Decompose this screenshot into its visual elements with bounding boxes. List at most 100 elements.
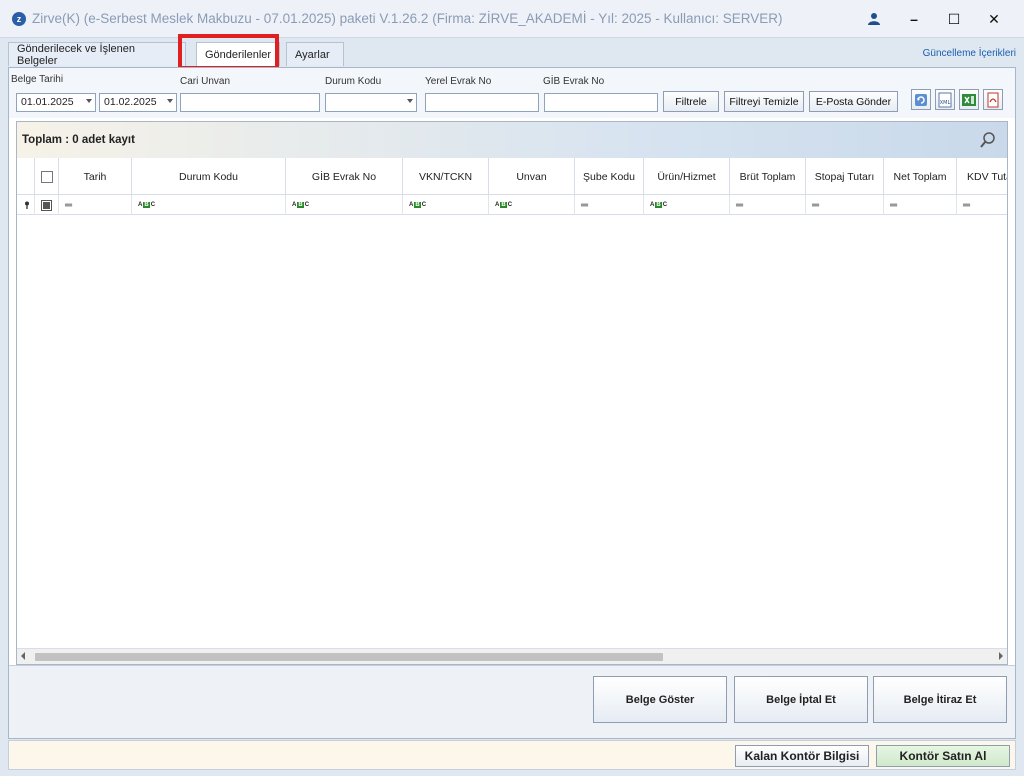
pdf-export-icon[interactable]	[983, 89, 1003, 110]
filter-checkbox[interactable]	[35, 195, 59, 215]
col-header-net-toplam[interactable]: Net Toplam	[884, 158, 957, 195]
auto-filter-row: ═ ABC ABC ABC ABC ═ ABC ═ ═ ═ ═	[17, 195, 1007, 215]
abc-a: A	[409, 202, 414, 208]
minimize-button[interactable]: –	[894, 0, 934, 38]
select-all-checkbox[interactable]	[35, 158, 59, 195]
filter-row-indicator	[17, 195, 35, 215]
abc-b: B	[143, 202, 150, 208]
abc-icon: ABC	[292, 202, 309, 208]
col-header-urun-hizmet[interactable]: Ürün/Hizmet	[644, 158, 730, 195]
abc-b: B	[500, 202, 507, 208]
col-header-brut-toplam[interactable]: Brüt Toplam	[730, 158, 806, 195]
scroll-right-icon[interactable]	[999, 652, 1003, 660]
filter-cell-tarih[interactable]: ═	[59, 195, 132, 215]
belge-iptal-button[interactable]: Belge İptal Et	[734, 676, 868, 723]
col-header-gib-evrak-no[interactable]: GİB Evrak No	[286, 158, 403, 195]
filter-cell-gib-evrak-no[interactable]: ABC	[286, 195, 403, 215]
col-header-kdv-tutari[interactable]: KDV Tuta	[957, 158, 1007, 195]
column-header-row: Tarih Durum Kodu GİB Evrak No VKN/TCKN U…	[17, 158, 1007, 195]
xml-icon-label: XML	[940, 100, 951, 106]
checkbox-box	[40, 170, 53, 183]
cari-unvan-label: Cari Unvan	[180, 76, 231, 87]
abc-icon: ABC	[495, 202, 512, 208]
filtrele-button[interactable]: Filtrele	[663, 91, 719, 112]
col-header-durum-kodu[interactable]: Durum Kodu	[132, 158, 286, 195]
chevron-down-icon	[167, 99, 173, 103]
grid-summary-bar: Toplam : 0 adet kayıt	[17, 122, 1007, 158]
chevron-down-icon	[407, 99, 413, 103]
refresh-icon[interactable]	[911, 89, 931, 110]
belge-goster-button[interactable]: Belge Göster	[593, 676, 727, 723]
abc-c: C	[507, 202, 513, 208]
kontor-satin-al-button[interactable]: Kontör Satın Al	[876, 745, 1010, 767]
filter-cell-stopaj-tutari[interactable]: ═	[806, 195, 884, 215]
total-record-count: Toplam : 0 adet kayıt	[22, 134, 135, 146]
gib-evrak-input[interactable]	[544, 93, 658, 112]
records-grid: Toplam : 0 adet kayıt Tarih Durum Kodu G…	[16, 121, 1008, 665]
col-header-vkn-tckn[interactable]: VKN/TCKN	[403, 158, 489, 195]
tab-gonderilecek[interactable]: Gönderilecek ve İşlenen Belgeler	[8, 42, 186, 67]
col-header-sube-kodu[interactable]: Şube Kodu	[575, 158, 644, 195]
window-title: Zirve(K) (e-Serbest Meslek Makbuzu - 07.…	[32, 11, 783, 26]
equals-icon: ═	[812, 199, 819, 211]
cari-unvan-input[interactable]	[180, 93, 320, 112]
title-bar: z Zirve(K) (e-Serbest Meslek Makbuzu - 0…	[0, 0, 1024, 38]
abc-b: B	[297, 202, 304, 208]
abc-a: A	[495, 202, 500, 208]
row-indicator-header	[17, 158, 35, 195]
main-panel: Belge Tarihi 01.01.2025 01.02.2025 Cari …	[8, 67, 1016, 739]
equals-icon: ═	[736, 199, 743, 211]
abc-icon: ABC	[650, 202, 667, 208]
belge-tarihi-label: Belge Tarihi	[11, 74, 64, 85]
col-header-stopaj-tutari[interactable]: Stopaj Tutarı	[806, 158, 884, 195]
equals-icon: ═	[963, 199, 970, 211]
filter-cell-net-toplam[interactable]: ═	[884, 195, 957, 215]
durum-kodu-select[interactable]	[325, 93, 417, 112]
horizontal-scrollbar[interactable]	[17, 648, 1007, 664]
xml-export-icon[interactable]: XML	[935, 89, 955, 110]
filter-cell-brut-toplam[interactable]: ═	[730, 195, 806, 215]
abc-c: C	[662, 202, 668, 208]
scroll-left-icon[interactable]	[21, 652, 25, 660]
checkbox-box	[41, 199, 52, 211]
col-header-unvan[interactable]: Unvan	[489, 158, 575, 195]
yerel-evrak-input[interactable]	[425, 93, 539, 112]
belge-itiraz-button[interactable]: Belge İtiraz Et	[873, 676, 1007, 723]
excel-export-icon[interactable]	[959, 89, 979, 110]
filter-cell-kdv-tutari[interactable]: ═	[957, 195, 1007, 215]
user-icon[interactable]	[854, 0, 894, 38]
filter-cell-durum-kodu[interactable]: ABC	[132, 195, 286, 215]
filter-cell-urun-hizmet[interactable]: ABC	[644, 195, 730, 215]
kalan-kontor-button[interactable]: Kalan Kontör Bilgisi	[735, 745, 869, 767]
abc-b: B	[655, 202, 662, 208]
search-icon[interactable]	[979, 131, 997, 152]
filter-cell-sube-kodu[interactable]: ═	[575, 195, 644, 215]
durum-kodu-label: Durum Kodu	[325, 76, 382, 87]
abc-a: A	[138, 202, 143, 208]
filter-cell-vkn-tckn[interactable]: ABC	[403, 195, 489, 215]
app-logo-icon: z	[12, 11, 26, 26]
equals-icon: ═	[890, 199, 897, 211]
abc-a: A	[650, 202, 655, 208]
col-header-tarih[interactable]: Tarih	[59, 158, 132, 195]
eposta-gonder-button[interactable]: E-Posta Gönder	[809, 91, 898, 112]
yerel-evrak-label: Yerel Evrak No	[425, 76, 492, 87]
filter-area: Belge Tarihi 01.01.2025 01.02.2025 Cari …	[9, 68, 1015, 118]
date-to-value: 01.02.2025	[104, 96, 157, 108]
abc-c: C	[304, 202, 310, 208]
close-button[interactable]: ✕	[974, 0, 1014, 38]
date-to-picker[interactable]: 01.02.2025	[99, 93, 177, 112]
chevron-down-icon	[86, 99, 92, 103]
tab-gonderilenler[interactable]: Gönderilenler	[196, 42, 280, 66]
window-controls: – ☐ ✕	[854, 0, 1014, 38]
checkbox-indeterminate-mark	[43, 201, 50, 209]
filtreyi-temizle-button[interactable]: Filtreyi Temizle	[724, 91, 804, 112]
date-from-picker[interactable]: 01.01.2025	[16, 93, 96, 112]
maximize-button[interactable]: ☐	[934, 0, 974, 38]
gib-evrak-label: GİB Evrak No	[543, 76, 605, 87]
scrollbar-thumb[interactable]	[35, 653, 663, 661]
tab-ayarlar[interactable]: Ayarlar	[286, 42, 344, 66]
date-from-value: 01.01.2025	[21, 96, 74, 108]
update-contents-link[interactable]: Güncelleme İçerikleri	[923, 48, 1016, 59]
filter-cell-unvan[interactable]: ABC	[489, 195, 575, 215]
